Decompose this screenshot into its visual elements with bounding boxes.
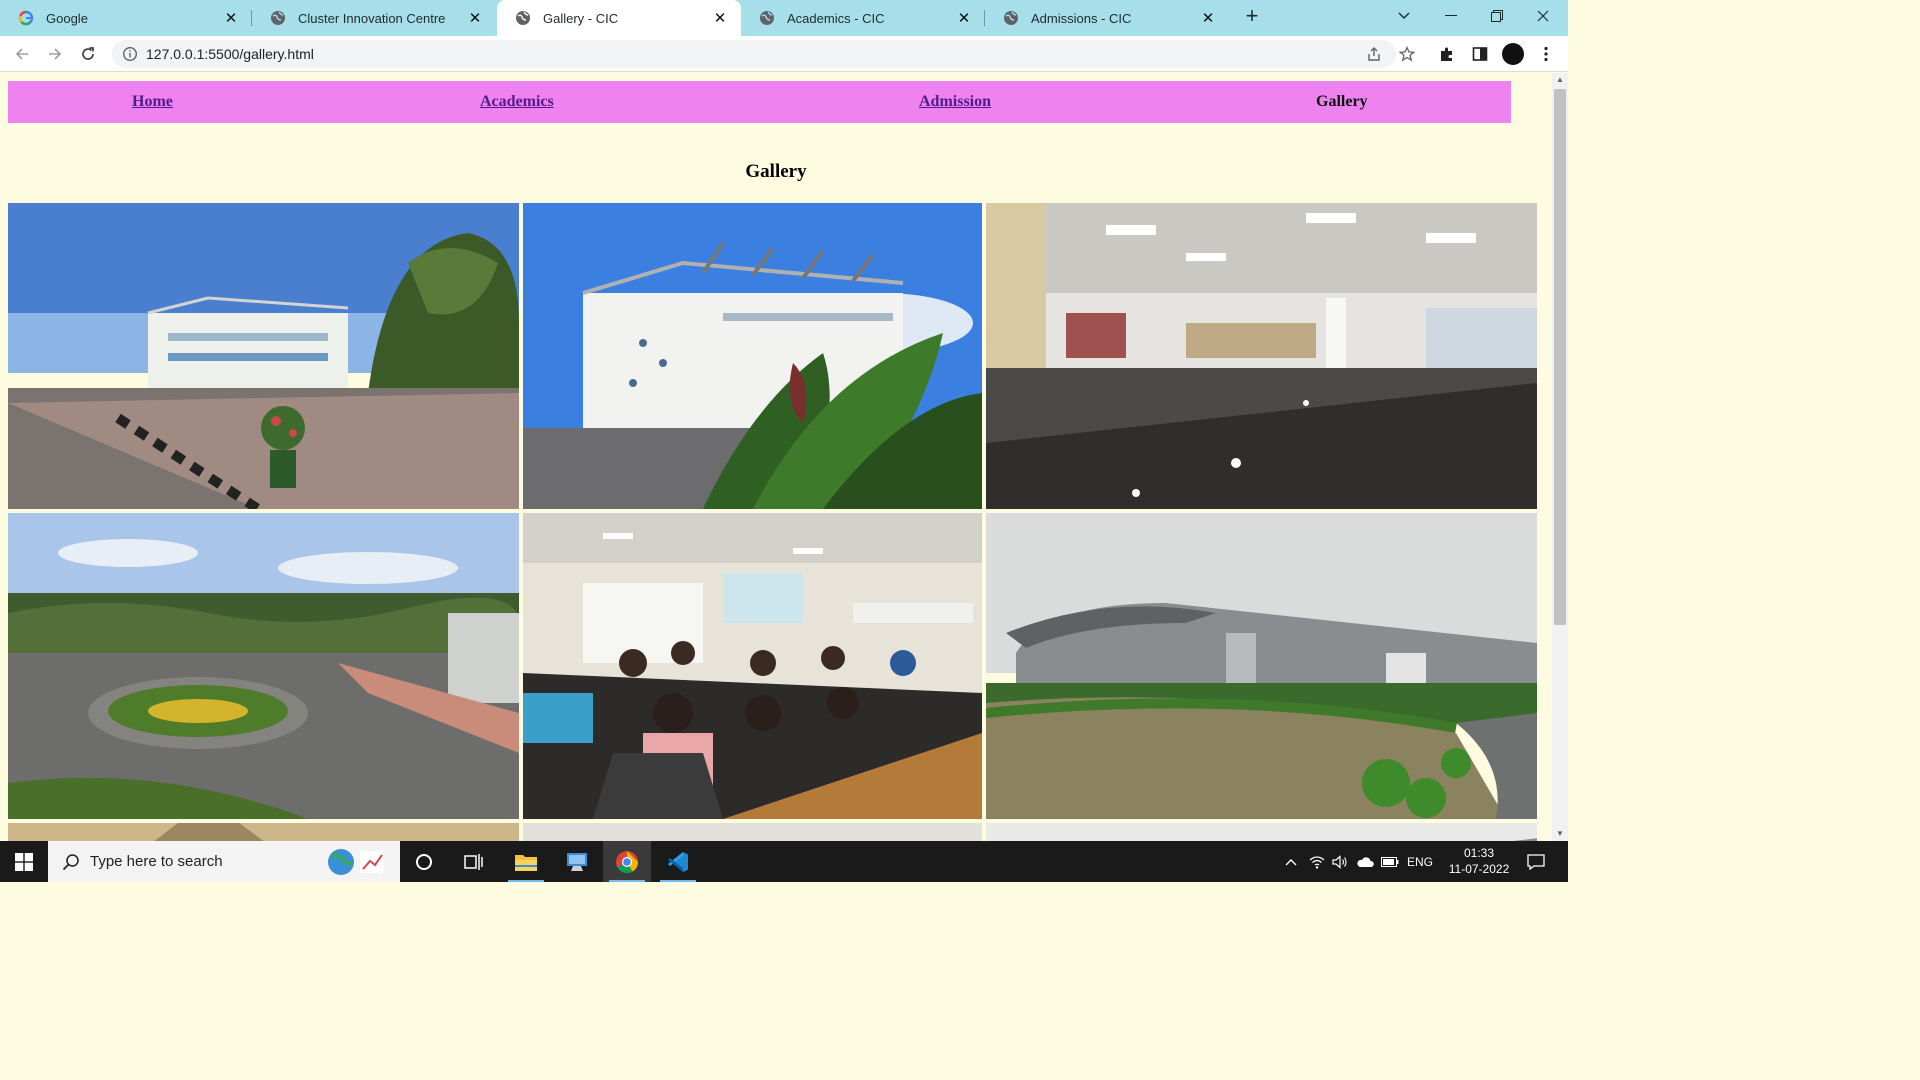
tab-admissions-cic[interactable]: Admissions - CIC ✕ [985, 0, 1229, 36]
volume-speaker-icon[interactable] [1329, 841, 1351, 882]
network-wifi-icon[interactable] [1306, 841, 1328, 882]
profile-avatar[interactable] [1501, 42, 1525, 66]
new-tab-plus-icon[interactable]: + [1240, 5, 1264, 29]
photo-campus-building-plaza[interactable] [8, 203, 519, 509]
search-icon [62, 853, 79, 870]
reload-icon[interactable] [76, 42, 100, 66]
share-icon[interactable] [1362, 42, 1386, 66]
page-scrollbar[interactable]: ▲ ▼ [1552, 73, 1568, 841]
photo-classroom-lecture[interactable] [523, 513, 982, 819]
globe-icon [1004, 11, 1018, 25]
clock-time: 01:33 [1463, 846, 1495, 860]
tab-close-icon[interactable]: ✕ [1199, 9, 1217, 27]
photo-university-stadium-building[interactable] [523, 203, 982, 509]
photo-modern-building-lawn[interactable] [986, 513, 1537, 819]
browser-tab-strip: Google ✕ Cluster Innovation Centre ✕ Gal… [0, 0, 1568, 36]
tab-close-icon[interactable]: ✕ [955, 9, 973, 27]
tab-title: Cluster Innovation Centre [298, 10, 446, 26]
google-icon [18, 10, 34, 26]
close-window-icon[interactable] [1520, 0, 1566, 32]
tab-close-icon[interactable]: ✕ [711, 9, 729, 27]
site-navbar: Home Academics Admission Gallery [8, 81, 1511, 123]
tab-title: Google [46, 10, 88, 26]
chrome-browser-icon[interactable] [603, 841, 651, 882]
bookmark-star-icon[interactable] [1395, 42, 1419, 66]
page-title: Gallery [745, 161, 807, 182]
side-panel-icon[interactable] [1468, 42, 1492, 66]
globe-icon [760, 11, 774, 25]
system-clock[interactable]: 01:33 11-07-2022 [1436, 845, 1522, 877]
windows-taskbar: Type here to search ENG 01:33 11-07-2022 [0, 841, 1568, 882]
url-text: 127.0.0.1:5500/gallery.html [146, 46, 314, 62]
address-bar[interactable]: 127.0.0.1:5500/gallery.html [112, 40, 1396, 68]
task-view-icon[interactable] [450, 841, 498, 882]
avatar [1502, 43, 1524, 65]
tab-search-chevron-icon[interactable] [1381, 0, 1427, 32]
scroll-down-arrow-icon[interactable]: ▼ [1552, 827, 1568, 841]
scroll-up-arrow-icon[interactable]: ▲ [1552, 73, 1568, 87]
tab-close-icon[interactable]: ✕ [466, 9, 484, 27]
tab-title: Academics - CIC [787, 10, 885, 26]
file-explorer-folder-icon[interactable] [502, 841, 550, 882]
forward-arrow-icon[interactable] [43, 42, 67, 66]
nav-link-admission[interactable]: Admission [919, 93, 991, 111]
photo-aerial-roundabout-garden[interactable] [8, 513, 519, 819]
taskbar-search-box[interactable]: Type here to search [48, 841, 400, 882]
show-hidden-icons-chevron-icon[interactable] [1280, 841, 1302, 882]
tab-close-icon[interactable]: ✕ [222, 9, 240, 27]
site-info-icon[interactable] [122, 46, 138, 62]
minimize-icon[interactable] [1428, 0, 1474, 32]
restore-icon[interactable] [1474, 0, 1520, 32]
photo-row3-left[interactable] [8, 823, 519, 841]
clock-date: 11-07-2022 [1448, 862, 1510, 876]
tab-gallery-cic[interactable]: Gallery - CIC ✕ [497, 0, 741, 36]
page-viewport: Home Academics Admission Gallery Gallery [0, 73, 1552, 841]
language-indicator[interactable]: ENG [1403, 841, 1437, 882]
nav-link-academics[interactable]: Academics [480, 93, 554, 111]
windows-start-icon[interactable] [0, 841, 48, 882]
onedrive-cloud-icon[interactable] [1353, 841, 1377, 882]
tab-academics-cic[interactable]: Academics - CIC ✕ [741, 0, 985, 36]
photo-row3-right[interactable] [986, 823, 1537, 841]
scrollbar-thumb[interactable] [1554, 89, 1566, 625]
search-highlight-globe-icon [328, 849, 384, 875]
nav-link-home[interactable]: Home [132, 93, 173, 111]
battery-icon[interactable] [1379, 841, 1401, 882]
computer-monitor-app-icon[interactable] [553, 841, 601, 882]
photo-marble-hall-interior[interactable] [986, 203, 1537, 509]
browser-toolbar: 127.0.0.1:5500/gallery.html [0, 36, 1568, 72]
more-menu-icon[interactable] [1534, 42, 1558, 66]
globe-icon [271, 11, 285, 25]
tab-title: Admissions - CIC [1031, 10, 1132, 26]
photo-row3-middle[interactable] [523, 823, 982, 841]
vscode-icon[interactable] [654, 841, 702, 882]
tab-title: Gallery - CIC [543, 10, 619, 26]
tab-cluster-innovation-centre[interactable]: Cluster Innovation Centre ✕ [252, 0, 496, 36]
cortana-circle-icon[interactable] [400, 841, 448, 882]
notification-center-icon[interactable] [1522, 841, 1550, 882]
nav-item-gallery-current: Gallery [1316, 93, 1368, 110]
search-placeholder: Type here to search [90, 853, 223, 870]
tab-google[interactable]: Google ✕ [0, 0, 252, 36]
extensions-puzzle-icon[interactable] [1435, 42, 1459, 66]
globe-icon [516, 11, 530, 25]
back-arrow-icon[interactable] [10, 42, 34, 66]
